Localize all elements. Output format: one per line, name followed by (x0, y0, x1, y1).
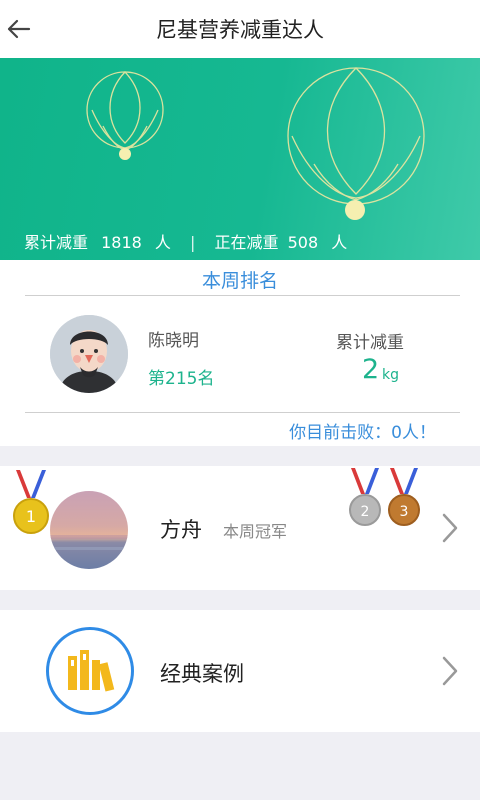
silver-medal-number: 2 (361, 504, 370, 520)
gold-medal-icon: 1 (13, 469, 49, 534)
sunset-photo (50, 535, 128, 550)
chevron-right-icon[interactable] (440, 655, 460, 687)
stat-current-unit: 人 (331, 233, 348, 252)
total-loss-label: 累计减重 (336, 333, 404, 353)
user-name: 陈晓明 (148, 331, 199, 351)
total-loss-value: 2 (362, 354, 380, 385)
stat-separator: | (190, 233, 196, 252)
divider (25, 412, 460, 413)
silver-medal-icon: 2 (349, 467, 381, 526)
champion-subtitle: 本周冠军 (223, 522, 288, 541)
gold-medal-number: 1 (26, 507, 36, 526)
chevron-right-icon[interactable] (440, 512, 460, 544)
weekly-champion-row[interactable]: 1 方舟 本周冠军 2 3 (0, 466, 480, 590)
bronze-medal-icon: 3 (388, 467, 420, 526)
weekly-rank-card: 本周排名 陈晓明 第215名 累计减重 2 kg 你目前击败：0人！ (0, 260, 480, 446)
app-header: 尼基营养减重达人 (0, 0, 480, 58)
page-title: 尼基营养减重达人 (156, 18, 324, 42)
user-avatar-illustration (50, 315, 128, 393)
user-rank: 第215名 (148, 369, 215, 389)
weight-loss-stats: 累计减重 1818 人 | 正在减重 508 人 (24, 229, 347, 253)
defeat-text: 你目前击败：0人！ (289, 423, 436, 443)
champion-name: 方舟 (160, 518, 202, 542)
bronze-medal-number: 3 (400, 504, 409, 520)
champion-avatar[interactable] (50, 491, 128, 569)
books-icon-badge (46, 627, 134, 715)
total-loss-unit: kg (382, 367, 399, 383)
classic-cases-row[interactable]: 经典案例 (0, 610, 480, 732)
stat-total-value: 1818 (101, 233, 142, 252)
user-avatar[interactable] (50, 315, 128, 393)
stat-current-value: 508 (287, 233, 319, 252)
books-icon (68, 650, 115, 692)
hero-banner: 累计减重 1818 人 | 正在减重 508 人 (0, 58, 480, 260)
classic-cases-label: 经典案例 (160, 662, 244, 686)
stat-total-label: 累计减重 (24, 233, 89, 252)
rank-title: 本周排名 (201, 270, 278, 292)
divider (25, 295, 460, 296)
stat-current-label: 正在减重 (214, 233, 279, 252)
stat-total-unit: 人 (154, 233, 171, 252)
